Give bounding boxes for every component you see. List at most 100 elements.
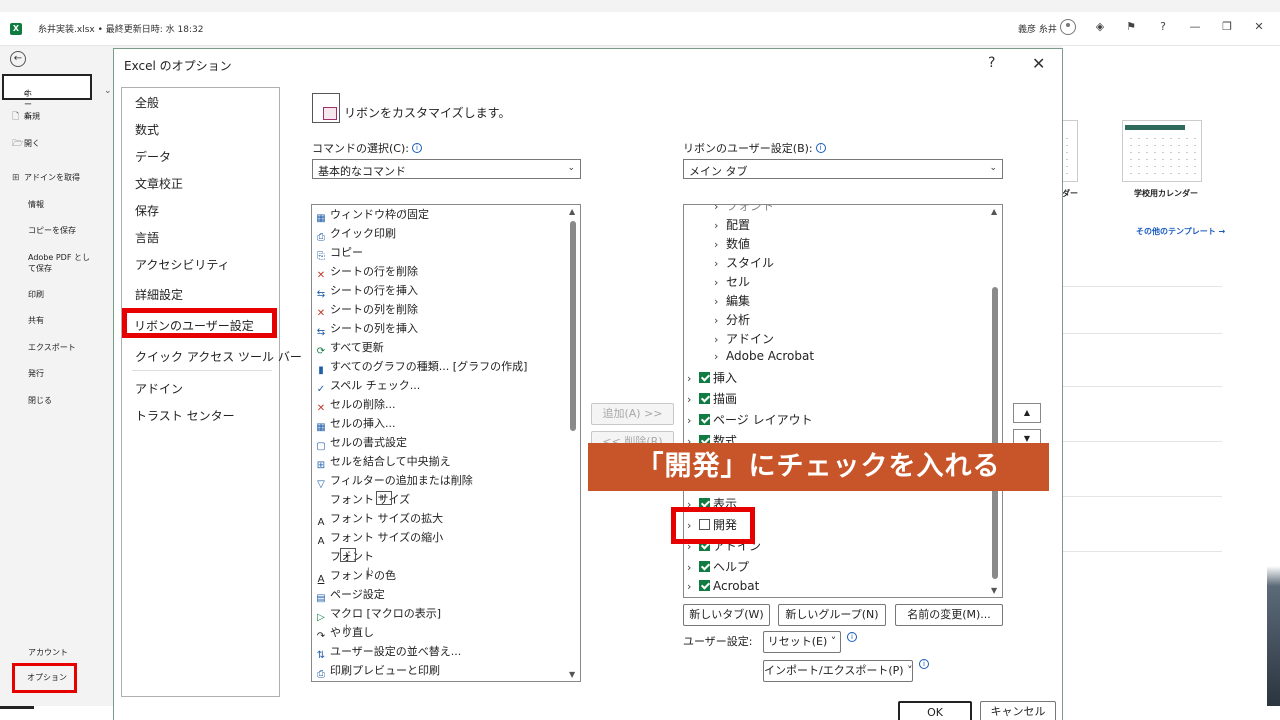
nav-open[interactable]: 🗁開く (12, 136, 40, 152)
command-item[interactable]: ▢ セルの書式設定 (314, 434, 407, 453)
command-item[interactable]: ✕ シートの列を削除 (314, 301, 418, 320)
category-formulas[interactable]: 数式 (135, 121, 159, 138)
checkbox[interactable] (699, 393, 710, 404)
new-tab-button[interactable]: 新しいタブ(W) (683, 604, 770, 626)
category-save[interactable]: 保存 (135, 202, 159, 219)
tree-group[interactable]: › セル (714, 273, 750, 290)
ok-button[interactable]: OK (898, 701, 972, 720)
nav-export[interactable]: エクスポート (28, 342, 76, 353)
scroll-up-icon[interactable]: ▲ (569, 207, 575, 216)
scrollbar-thumb[interactable] (570, 221, 576, 431)
nav-options-highlight[interactable]: オプション (12, 663, 77, 693)
command-item[interactable]: ⇅ ユーザー設定の並べ替え... (314, 643, 461, 662)
feedback-icon[interactable]: ⚑ (1123, 20, 1139, 33)
command-item[interactable]: ⎙ クイック印刷 (314, 225, 396, 244)
command-item[interactable]: ⇆ シートの行を挿入 (314, 282, 418, 301)
back-arrow-icon[interactable]: ← (10, 51, 26, 67)
collapse-chevron-icon[interactable]: ⌄ (104, 86, 112, 96)
category-quick-access-toolbar[interactable]: クイック アクセス ツール バー (135, 348, 302, 365)
command-item[interactable]: A フォント サイズの拡大 (314, 510, 444, 529)
scrollbar-thumb[interactable] (992, 287, 998, 579)
nav-new[interactable]: 🗋 新規 (12, 109, 40, 125)
checkbox[interactable] (699, 414, 710, 425)
user-name[interactable]: 義彦 糸井 (1018, 22, 1057, 35)
commands-scrollbar[interactable]: ▲ ▼ (566, 205, 580, 681)
command-item[interactable]: フォント サイズ I˅ (314, 491, 410, 510)
tree-group[interactable]: › スタイル (714, 254, 774, 271)
command-item[interactable]: ⎙ 印刷プレビューと印刷 (314, 662, 440, 681)
tree-tab-help[interactable]: › ヘルプ (687, 558, 749, 575)
scroll-down-icon[interactable]: ▼ (991, 586, 997, 595)
commands-dropdown[interactable]: 基本的なコマンド ⌄ (312, 159, 581, 179)
nav-get-addins[interactable]: ⊞ アドインを取得 (12, 172, 80, 183)
new-group-button[interactable]: 新しいグループ(N) (778, 604, 886, 626)
checkbox[interactable] (699, 372, 710, 383)
nav-info[interactable]: 情報 (28, 199, 44, 210)
move-up-button[interactable]: ▲ (1013, 403, 1041, 423)
tree-group[interactable]: › 分析 (714, 311, 750, 328)
category-language[interactable]: 言語 (135, 229, 159, 246)
info-icon[interactable]: i (847, 632, 857, 642)
nav-save-copy[interactable]: コピーを保存 (28, 225, 76, 236)
info-icon[interactable]: i (919, 659, 929, 669)
command-item[interactable]: ⎘ コピー (314, 244, 363, 263)
checkbox[interactable] (699, 561, 710, 572)
minimize-icon[interactable]: — (1187, 20, 1203, 33)
commands-list[interactable]: ▦ ウィンドウ枠の固定 › ⎙ クイック印刷 ⎘ コピー ✕ シートの行を削除 ⇆ シートの… (311, 204, 581, 682)
category-customize-ribbon[interactable]: リボンのユーザー設定 (134, 317, 254, 334)
nav-publish[interactable]: 発行 (28, 368, 44, 379)
nav-home[interactable]: ⌂ ホーム (2, 74, 92, 120)
scroll-up-icon[interactable]: ▲ (991, 207, 997, 216)
restore-icon[interactable]: ❐ (1219, 20, 1235, 33)
category-customize-ribbon-highlight[interactable]: リボンのユーザー設定 (122, 308, 277, 338)
tree-group[interactable]: › 配置 (714, 216, 750, 233)
category-accessibility[interactable]: アクセシビリティ (135, 256, 230, 273)
nav-share[interactable]: 共有 (28, 315, 44, 326)
tree-group[interactable]: › アドイン (714, 330, 774, 347)
nav-close[interactable]: 閉じる (28, 395, 52, 406)
tree-group[interactable]: › Adobe Acrobat (714, 349, 814, 363)
scroll-down-icon[interactable]: ▼ (569, 670, 575, 679)
category-trust-center[interactable]: トラスト センター (135, 407, 235, 424)
dialog-close-icon[interactable]: ✕ (1032, 54, 1045, 73)
tree-group-font-partial[interactable]: › フォント (714, 205, 774, 214)
info-icon[interactable]: i (411, 143, 422, 153)
command-item[interactable]: ✕ セルの削除... (314, 396, 396, 415)
command-item[interactable]: A フォントの色 |› (314, 567, 396, 586)
avatar-icon[interactable] (1060, 19, 1076, 35)
ribbon-tree-scrollbar[interactable]: ▲ ▼ (988, 205, 1002, 597)
category-proofing[interactable]: 文章校正 (135, 175, 183, 192)
template-thumbnail-school-calendar[interactable] (1122, 120, 1202, 182)
nav-options[interactable]: オプション (27, 672, 67, 683)
dialog-help-icon[interactable]: ? (988, 55, 995, 71)
import-export-button[interactable]: インポート/エクスポート(P) ˅ (763, 660, 913, 682)
category-addins[interactable]: アドイン (135, 380, 183, 397)
nav-print[interactable]: 印刷 (28, 289, 44, 300)
command-item[interactable]: ✓ スペル チェック... (314, 377, 420, 396)
ribbon-dropdown[interactable]: メイン タブ ⌄ (683, 159, 1003, 179)
checkbox[interactable] (699, 580, 710, 591)
cancel-button[interactable]: キャンセル (980, 701, 1056, 720)
command-item[interactable]: ▷ マクロ [マクロの表示] (314, 605, 441, 624)
tree-group[interactable]: › 編集 (714, 292, 750, 309)
category-data[interactable]: データ (135, 148, 171, 165)
category-advanced[interactable]: 詳細設定 (135, 286, 183, 303)
tree-tab-draw[interactable]: › 描画 (687, 390, 737, 407)
command-item[interactable]: ▮ すべてのグラフの種類... [グラフの作成] (314, 358, 527, 377)
command-item[interactable]: ⊞ セルを結合して中央揃え (314, 453, 451, 472)
info-icon[interactable]: i (815, 143, 826, 153)
diamond-icon[interactable]: ◈ (1092, 20, 1108, 33)
add-button[interactable]: 追加(A) >> (591, 403, 674, 425)
tree-tab-acrobat[interactable]: › Acrobat (687, 579, 759, 593)
category-general[interactable]: 全般 (135, 94, 159, 111)
tree-tab-page-layout[interactable]: › ページ レイアウト (687, 411, 813, 428)
close-window-icon[interactable]: ✕ (1251, 20, 1267, 33)
rename-button[interactable]: 名前の変更(M)... (895, 604, 1003, 626)
command-item[interactable]: ⇆ シートの列を挿入 (314, 320, 418, 339)
command-item[interactable]: ⟳ すべて更新 (314, 339, 384, 358)
command-item[interactable]: フォント I˅ (314, 548, 374, 567)
command-item[interactable]: ▽ フィルターの追加または削除 (314, 472, 473, 491)
command-item[interactable]: ✕ シートの行を削除 (314, 263, 418, 282)
command-item[interactable]: ▤ ページ設定 (314, 586, 385, 605)
command-item[interactable]: ▦ ウィンドウ枠の固定 › (314, 206, 429, 225)
